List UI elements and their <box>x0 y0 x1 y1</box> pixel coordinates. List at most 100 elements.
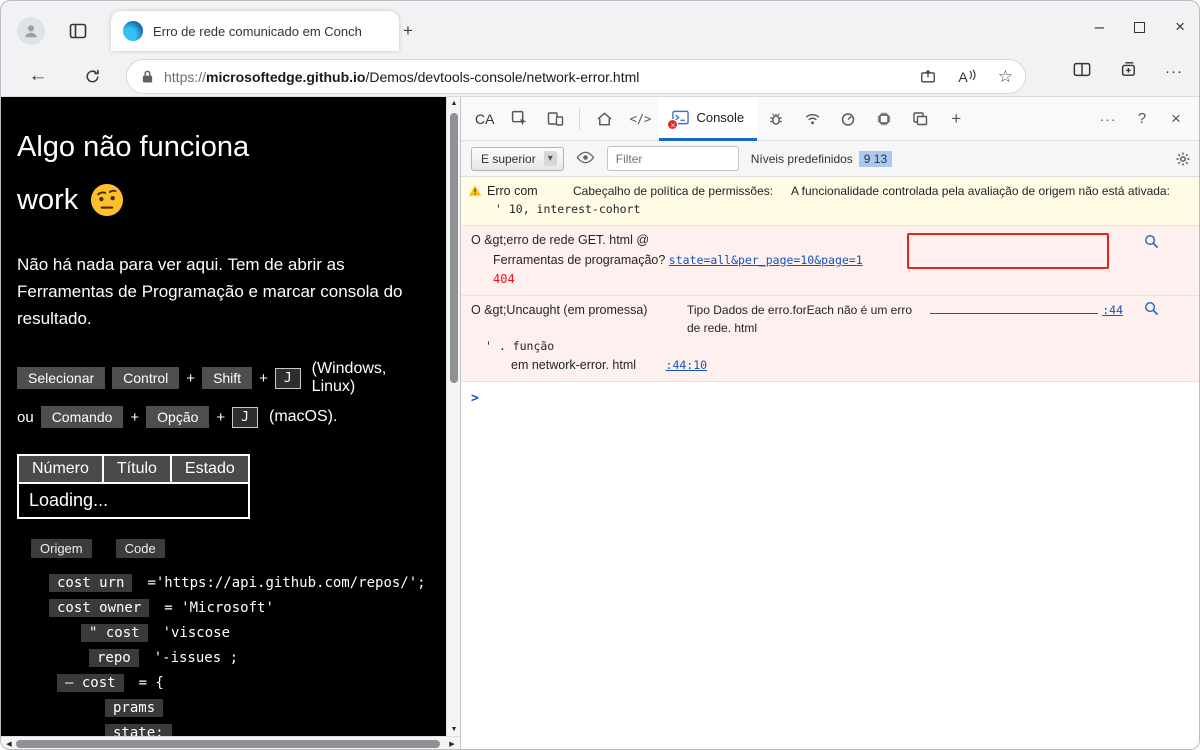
more-options-icon[interactable]: ··· <box>1091 102 1125 136</box>
welcome-home-icon[interactable] <box>587 102 621 136</box>
key-command: Comando <box>40 406 124 429</box>
navigation-bar: ← https://microsoftedge.github.io/Demos/… <box>1 55 1199 97</box>
execution-context-select[interactable]: E superior ▾ <box>471 146 564 171</box>
http-status-404: 404 <box>493 271 515 286</box>
tab-title: Erro de rede comunicado em Conch <box>153 23 362 39</box>
help-icon[interactable]: ? <box>1125 102 1159 136</box>
issues-table: Número Título Estado Loading... <box>17 454 250 520</box>
filter-input[interactable] <box>606 146 739 171</box>
shortcut-prefix: ou <box>17 408 34 426</box>
source-line-link[interactable]: :44 <box>1102 302 1123 320</box>
horizontal-scrollbar-thumb[interactable] <box>16 740 440 748</box>
source-link-underline <box>930 301 1099 314</box>
split-screen-icon[interactable] <box>1073 62 1091 82</box>
loading-cell: Loading... <box>17 482 250 520</box>
minimize-button[interactable]: – <box>1095 17 1104 37</box>
vertical-scrollbar[interactable]: ▲ ▼ <box>446 97 460 736</box>
devtools-panel: CA </> × Console + ··· ? × E superior ▾ … <box>460 96 1199 749</box>
code-block: cost urn ='https://api.github.com/repos/'… <box>17 574 430 736</box>
log-levels-select[interactable]: Níveis predefinidos 9 13 <box>750 150 893 167</box>
more-tabs-button[interactable]: + <box>939 102 973 136</box>
page-description: Não há nada para ver aqui. Tem de abrir … <box>17 254 403 328</box>
console-toolbar: E superior ▾ Níveis predefinidos 9 13 <box>461 141 1199 177</box>
tab-console[interactable]: × Console <box>659 96 758 141</box>
browser-window: Erro de rede comunicado em Conch + – × ←… <box>0 0 1200 750</box>
horizontal-scrollbar[interactable]: ◀ ▶ <box>1 736 460 749</box>
shortcut-prefix: Selecionar <box>17 367 106 390</box>
window-controls: – × <box>1095 17 1185 37</box>
issues-bug-icon[interactable] <box>759 102 793 136</box>
new-tab-button[interactable]: + <box>403 21 413 41</box>
search-magnifier-icon[interactable] <box>1144 234 1159 255</box>
console-uncaught-error-message[interactable]: O &gt;Uncaught (em promessa) Tipo Dados … <box>461 295 1199 382</box>
warning-detail: A funcionalidade controlada pela avaliaç… <box>791 184 1170 198</box>
device-emulation-icon[interactable] <box>538 102 572 136</box>
console-messages: Erro com Cabeçalho de política de permis… <box>461 177 1199 415</box>
red-highlight-box <box>907 233 1109 270</box>
inspect-element-icon[interactable] <box>502 102 536 136</box>
label-origem: Origem <box>31 539 92 559</box>
console-error-badge: × <box>667 118 679 130</box>
tab-sources[interactable]: </> <box>623 102 657 136</box>
browser-tab[interactable]: Erro de rede comunicado em Conch <box>111 11 399 51</box>
settings-more-icon[interactable]: ··· <box>1165 63 1183 80</box>
code-line: state: <box>105 724 430 736</box>
console-prompt[interactable]: > <box>461 382 1199 415</box>
devtools-tab-strip: CA </> × Console + ··· ? × <box>461 96 1199 141</box>
live-expression-eye-icon[interactable] <box>576 151 595 167</box>
collections-icon[interactable] <box>1119 61 1137 82</box>
console-network-error-message[interactable]: O &gt;erro de rede GET. html @ Ferrament… <box>461 226 1199 296</box>
key-j: J <box>232 406 258 428</box>
workspaces-icon[interactable] <box>67 21 89 41</box>
face-with-raised-eyebrow-emoji <box>91 184 124 217</box>
scroll-up-arrow[interactable]: ▲ <box>447 100 461 107</box>
devtools-ca-label[interactable]: CA <box>469 111 500 127</box>
read-aloud-icon[interactable]: A <box>958 69 976 85</box>
key-control: Control <box>112 367 180 390</box>
col-numero: Número <box>17 454 104 485</box>
close-window-button[interactable]: × <box>1175 17 1185 37</box>
code-line: – cost = { <box>57 674 430 693</box>
scroll-down-arrow[interactable]: ▼ <box>447 726 461 733</box>
key-option: Opção <box>146 406 210 429</box>
url-host: microsoftedge.github.io <box>206 68 366 85</box>
profile-avatar[interactable] <box>17 17 45 45</box>
network-conditions-wifi-icon[interactable] <box>795 102 829 136</box>
error2-funcao: ' . função <box>485 338 555 353</box>
warning-header: Cabeçalho de política de permissões: <box>573 184 774 198</box>
chevron-down-icon: ▾ <box>543 151 557 166</box>
url-path: /Demos/devtools-console/network-error.ht… <box>365 68 640 85</box>
share-icon[interactable] <box>920 69 936 84</box>
context-label: E superior <box>481 151 536 166</box>
scroll-left-arrow[interactable]: ◀ <box>2 740 16 748</box>
back-button[interactable]: ← <box>23 61 53 91</box>
lock-icon <box>141 69 154 84</box>
code-line: cost urn ='https://api.github.com/repos/'… <box>49 574 430 593</box>
refresh-icon <box>85 69 99 82</box>
search-magnifier-icon[interactable] <box>1144 301 1159 322</box>
request-url-link[interactable]: state=all&per_page=10&page=1 <box>669 253 863 267</box>
console-warning-message[interactable]: Erro com Cabeçalho de política de permis… <box>461 177 1199 227</box>
maximize-button[interactable] <box>1134 21 1146 33</box>
performance-gauge-icon[interactable] <box>831 102 865 136</box>
console-settings-gear-icon[interactable] <box>1175 151 1191 167</box>
address-bar[interactable]: https://microsoftedge.github.io/Demos/de… <box>126 59 1026 94</box>
close-devtools-button[interactable]: × <box>1159 102 1193 136</box>
levels-label: Níveis predefinidos <box>750 151 853 166</box>
memory-chip-icon[interactable] <box>867 102 901 136</box>
address-bar-actions: A ☆ <box>920 67 1013 87</box>
key-j: J <box>274 367 301 389</box>
refresh-button[interactable] <box>77 61 107 91</box>
devtools-header-right: ··· ? × <box>1091 102 1193 136</box>
code-line: cost owner = 'Microsoft' <box>49 599 430 618</box>
col-estado: Estado <box>169 454 250 485</box>
error2-detail: Tipo Dados de erro.forEach não é um erro… <box>687 302 913 336</box>
stack-line-link[interactable]: :44:10 <box>666 358 708 372</box>
favorites-star-icon[interactable]: ☆ <box>998 67 1013 87</box>
vertical-scrollbar-thumb[interactable] <box>450 113 458 383</box>
layers-panel-icon[interactable] <box>903 102 937 136</box>
message-counts: 9 13 <box>858 150 893 167</box>
page-title: Algo não funciona work <box>17 131 250 217</box>
scroll-right-arrow[interactable]: ▶ <box>445 740 459 748</box>
shortcut-windows: Selecionar Control + Shift + J (Windows,… <box>17 360 430 396</box>
